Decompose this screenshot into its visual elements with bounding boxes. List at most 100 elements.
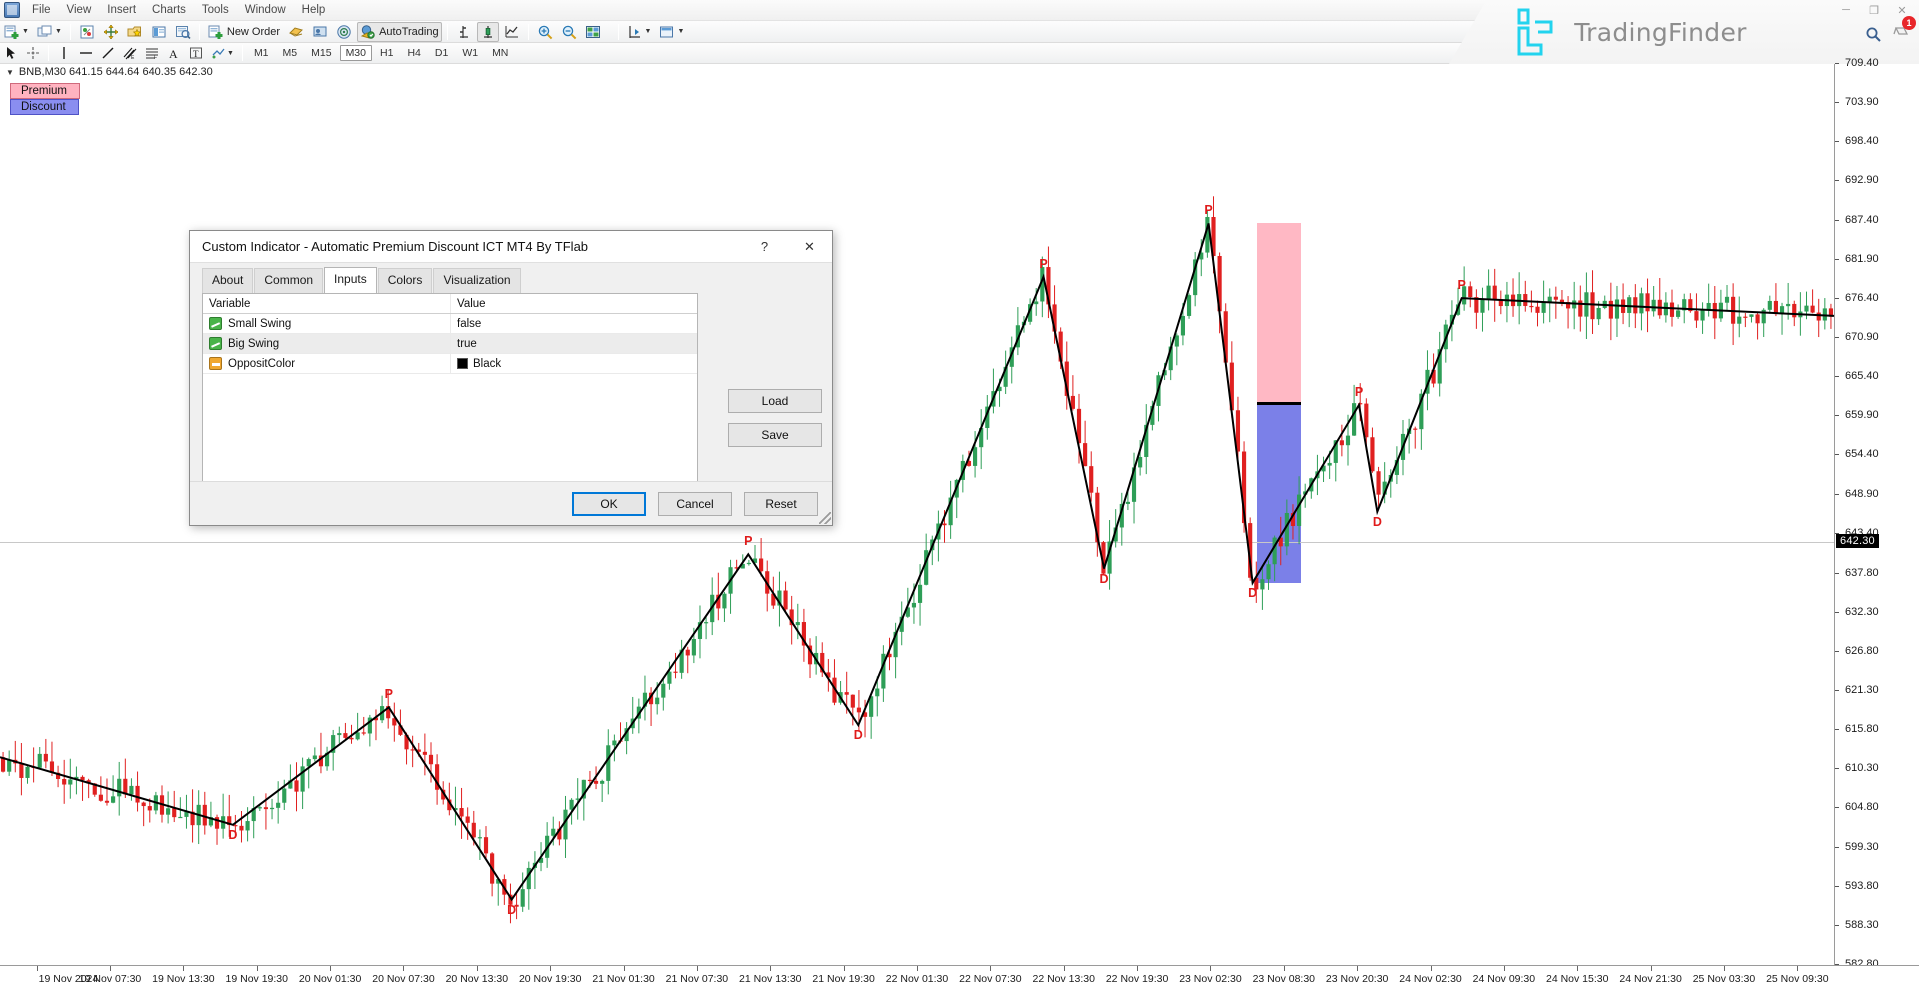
price-tick-label: 588.30 [1845, 919, 1879, 931]
tab-colors[interactable]: Colors [378, 268, 433, 294]
variable-name: Big Swing [228, 338, 279, 350]
swing-label-d: D [1100, 572, 1109, 586]
crosshair-icon[interactable] [100, 22, 122, 42]
tab-visualization[interactable]: Visualization [433, 268, 520, 294]
menu-item-tools[interactable]: Tools [194, 0, 237, 20]
timeframe-h4[interactable]: H4 [401, 45, 426, 61]
grid-cell-value[interactable]: false [451, 314, 697, 333]
help-icon[interactable]: ? [742, 231, 787, 262]
minimize-icon[interactable]: ─ [1833, 2, 1859, 18]
variable-value: false [457, 318, 481, 330]
inputs-grid[interactable]: Variable Value Small Swing false Bi [202, 293, 698, 483]
terminal-icon[interactable] [309, 22, 331, 42]
data-window-icon[interactable] [148, 22, 170, 42]
search-icon[interactable] [1865, 26, 1882, 43]
price-axis[interactable]: 709.40703.90698.40692.90687.40681.90676.… [1834, 64, 1919, 965]
price-tick-label: 610.30 [1845, 762, 1879, 774]
notification-wrapper[interactable]: 1 [1892, 22, 1911, 46]
menu-item-help[interactable]: Help [294, 0, 334, 20]
cancel-button[interactable]: Cancel [658, 492, 732, 516]
timeframe-d1[interactable]: D1 [429, 45, 454, 61]
grid-cell-variable: OppositColor [203, 354, 451, 373]
tab-about[interactable]: About [202, 268, 253, 294]
grid-cell-value[interactable]: true [451, 334, 697, 353]
menu-bar: File View Insert Charts Tools Window Hel… [0, 0, 1919, 21]
ok-button[interactable]: OK [572, 492, 646, 516]
timeframe-m5[interactable]: M5 [277, 45, 304, 61]
timeframe-mn[interactable]: MN [486, 45, 514, 61]
favorites-star-icon[interactable] [124, 22, 146, 42]
trendline-icon[interactable] [98, 43, 118, 63]
drawing-toolbar: E F A T ▼ M1 M5 [0, 43, 1919, 64]
shapes-icon[interactable]: ▼ [208, 43, 237, 63]
time-tick-label: 21 Nov 01:30 [592, 973, 654, 985]
grid-cell-value[interactable]: Black [451, 354, 697, 373]
candlestick-chart-icon[interactable] [477, 22, 499, 42]
load-button[interactable]: Load [728, 389, 822, 413]
signals-icon[interactable] [333, 22, 355, 42]
tab-inputs[interactable]: Inputs [324, 267, 377, 293]
timeframe-m1[interactable]: M1 [248, 45, 275, 61]
resize-grip[interactable] [819, 512, 831, 524]
new-chart-icon[interactable]: ▼ [1, 22, 32, 42]
time-tick-label: 22 Nov 01:30 [886, 973, 948, 985]
symbol-ohlc-text: BNB,M30 641.15 644.64 640.35 642.30 [19, 66, 213, 78]
chart-window[interactable]: ▼ BNB,M30 641.15 644.64 640.35 642.30 Pr… [0, 64, 1919, 996]
navigator-icon[interactable] [172, 22, 194, 42]
horizontal-line-icon[interactable] [76, 43, 96, 63]
app-logo-icon [4, 2, 20, 18]
color-swatch [457, 358, 468, 369]
timeframe-m30[interactable]: M30 [340, 45, 372, 61]
dialog-title-bar[interactable]: Custom Indicator - Automatic Premium Dis… [190, 231, 832, 263]
time-tick-label: 24 Nov 15:30 [1546, 973, 1608, 985]
price-tick-label: 676.40 [1845, 292, 1879, 304]
expert-advisors-icon[interactable] [285, 22, 307, 42]
toolbar-separator [70, 24, 71, 40]
main-toolbar: ▼ ▼ [0, 21, 1919, 43]
fibonacci-icon[interactable]: F [142, 43, 162, 63]
zoom-out-icon[interactable] [558, 22, 580, 42]
new-order-button[interactable]: New Order [205, 22, 283, 42]
price-tick-label: 615.80 [1845, 723, 1879, 735]
tile-windows-icon[interactable]: ▼ [582, 22, 613, 42]
price-tick-label: 637.80 [1845, 567, 1879, 579]
menu-item-file[interactable]: File [24, 0, 59, 20]
timeframe-w1[interactable]: W1 [456, 45, 484, 61]
swing-label-p: P [744, 534, 752, 548]
restore-icon[interactable]: ❐ [1861, 2, 1887, 18]
swing-label-p: P [1204, 203, 1212, 217]
timeframe-m15[interactable]: M15 [305, 45, 337, 61]
chart-collapse-icon[interactable]: ▼ [6, 68, 14, 77]
tab-common[interactable]: Common [254, 268, 323, 294]
equidistant-channel-icon[interactable]: E [120, 43, 140, 63]
menu-item-view[interactable]: View [59, 0, 100, 20]
text-box-icon[interactable]: T [186, 43, 206, 63]
bar-chart-icon[interactable] [453, 22, 475, 42]
time-tick-label: 23 Nov 02:30 [1179, 973, 1241, 985]
zoom-in-icon[interactable] [534, 22, 556, 42]
cursor-icon[interactable] [1, 43, 21, 63]
vertical-line-icon[interactable] [54, 43, 74, 63]
price-tick-label: 632.30 [1845, 606, 1879, 618]
shift-end-icon[interactable]: ▼ [624, 22, 655, 42]
table-row[interactable]: OppositColor Black [203, 354, 697, 374]
menu-item-insert[interactable]: Insert [99, 0, 144, 20]
indicators-icon[interactable] [76, 22, 98, 42]
crosshair-tool-icon[interactable] [23, 43, 43, 63]
table-row[interactable]: Big Swing true [203, 334, 697, 354]
templates-icon[interactable]: ▼ [656, 22, 687, 42]
time-axis[interactable]: 19 Nov 202419 Nov 07:3019 Nov 13:3019 No… [0, 965, 1919, 996]
reset-button[interactable]: Reset [744, 492, 818, 516]
custom-indicator-dialog[interactable]: Custom Indicator - Automatic Premium Dis… [189, 230, 833, 526]
save-button[interactable]: Save [728, 423, 822, 447]
text-label-icon[interactable]: A [164, 43, 184, 63]
timeframe-h1[interactable]: H1 [374, 45, 399, 61]
close-icon[interactable]: ✕ [787, 231, 832, 262]
table-row[interactable]: Small Swing false [203, 314, 697, 334]
line-chart-icon[interactable] [501, 22, 523, 42]
time-tick-label: 19 Nov 19:30 [226, 973, 288, 985]
menu-item-window[interactable]: Window [237, 0, 294, 20]
menu-item-charts[interactable]: Charts [144, 0, 194, 20]
autotrading-button[interactable]: AutoTrading [357, 22, 442, 42]
open-profile-icon[interactable]: ▼ [34, 22, 65, 42]
